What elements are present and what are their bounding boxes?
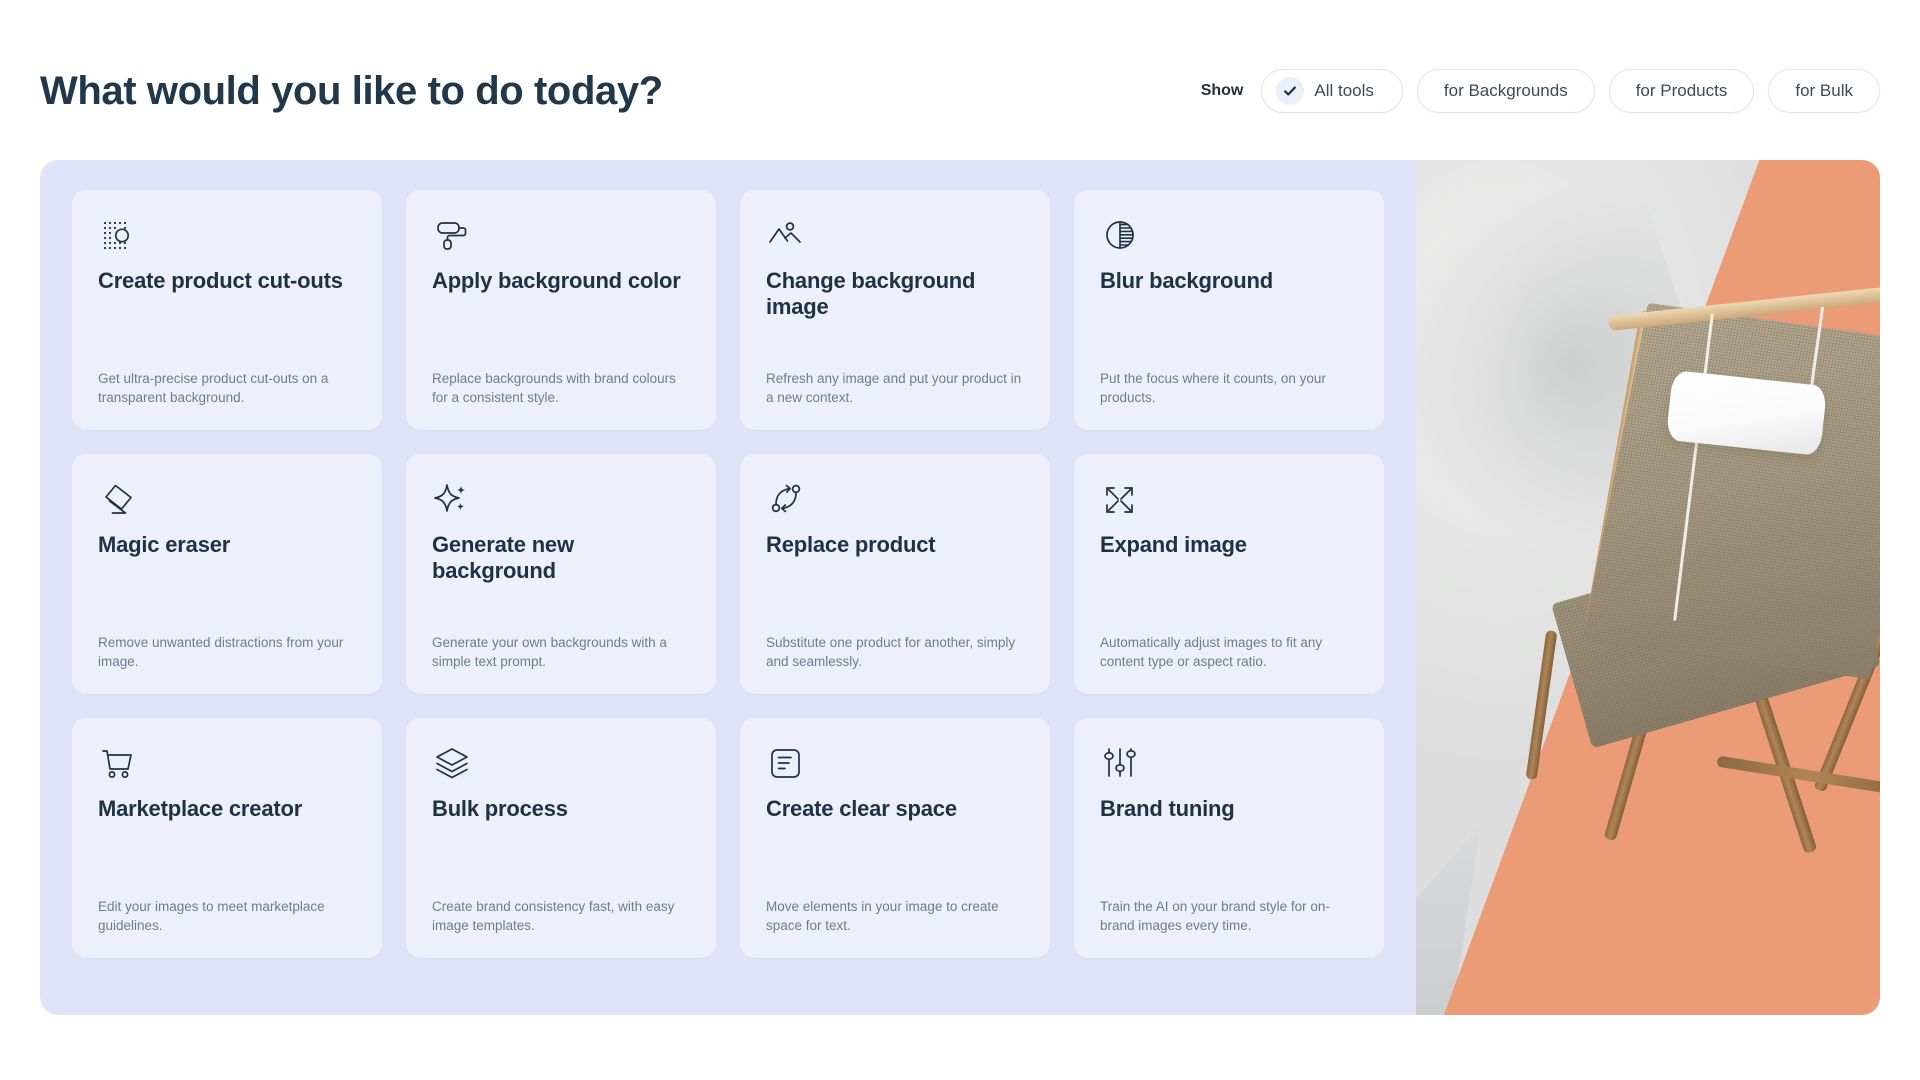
tools-grid-area: Create product cut-outs Get ultra-precis… (40, 160, 1416, 1015)
tool-card-title: Create product cut-outs (98, 268, 343, 293)
tool-card-brand-tuning[interactable]: Brand tuning Train the AI on your brand … (1074, 718, 1384, 958)
filter-for-products-label: for Products (1635, 81, 1728, 100)
mountain-image-icon (766, 216, 1024, 262)
tool-card-create-clear-space[interactable]: Create clear space Move elements in your… (740, 718, 1050, 958)
page-header: What would you like to do today? Show Al… (40, 60, 1880, 122)
filter-all-tools[interactable]: All tools (1261, 69, 1403, 113)
tool-card-generate-new-background[interactable]: Generate new background Generate your ow… (406, 454, 716, 694)
tool-card-magic-eraser[interactable]: Magic eraser Remove unwanted distraction… (72, 454, 382, 694)
tool-card-title: Bulk process (432, 796, 568, 821)
check-icon (1276, 77, 1305, 105)
paint-roller-icon (432, 216, 690, 262)
contrast-circle-icon (1100, 216, 1358, 262)
eraser-icon (98, 480, 356, 526)
tool-card-desc: Get ultra-precise product cut-outs on a … (98, 370, 329, 406)
tool-card-title: Apply background color (432, 268, 681, 293)
tool-card-title: Expand image (1100, 532, 1247, 557)
tool-card-desc: Substitute one product for another, simp… (766, 634, 1016, 670)
filter-group: Show All tools for Backgrounds for Produ… (1201, 69, 1880, 113)
layers-icon (432, 744, 690, 790)
deck-chair-illustration (1416, 160, 1880, 1015)
tool-card-desc: Remove unwanted distractions from your i… (98, 634, 344, 670)
tool-card-desc: Refresh any image and put your product i… (766, 370, 1022, 406)
tool-card-desc: Edit your images to meet marketplace gui… (98, 898, 325, 934)
text-frame-icon (766, 744, 1024, 790)
tool-card-desc: Put the focus where it counts, on your p… (1100, 370, 1326, 406)
tool-card-desc: Automatically adjust images to fit any c… (1100, 634, 1323, 670)
cutout-dots-icon (98, 216, 356, 262)
tool-card-blur-background[interactable]: Blur background Put the focus where it c… (1074, 190, 1384, 430)
tool-card-desc: Create brand consistency fast, with easy… (432, 898, 675, 934)
swap-arrows-icon (766, 480, 1024, 526)
tools-panel: Create product cut-outs Get ultra-precis… (40, 160, 1880, 1015)
tool-card-apply-background-color[interactable]: Apply background color Replace backgroun… (406, 190, 716, 430)
tool-card-marketplace-creator[interactable]: Marketplace creator Edit your images to … (72, 718, 382, 958)
tool-card-create-product-cut-outs[interactable]: Create product cut-outs Get ultra-precis… (72, 190, 382, 430)
tool-card-desc: Generate your own backgrounds with a sim… (432, 634, 667, 670)
tool-card-expand-image[interactable]: Expand image Automatically adjust images… (1074, 454, 1384, 694)
hero-product-image (1416, 160, 1880, 1015)
filter-for-bulk-label: for Bulk (1795, 81, 1853, 100)
sparkle-icon (432, 480, 690, 526)
tool-card-title: Marketplace creator (98, 796, 303, 821)
tool-card-change-background-image[interactable]: Change background image Refresh any imag… (740, 190, 1050, 430)
chair-seat-fabric (1582, 302, 1880, 680)
tool-card-title: Magic eraser (98, 532, 231, 557)
filter-all-tools-label: All tools (1314, 81, 1374, 100)
tool-card-bulk-process[interactable]: Bulk process Create brand consistency fa… (406, 718, 716, 958)
tool-card-desc: Train the AI on your brand style for on-… (1100, 898, 1330, 934)
tools-grid: Create product cut-outs Get ultra-precis… (72, 190, 1416, 958)
filter-for-products[interactable]: for Products (1608, 69, 1755, 113)
tool-card-title: Generate new background (432, 532, 574, 584)
tool-card-desc: Replace backgrounds with brand colours f… (432, 370, 676, 406)
show-label: Show (1200, 82, 1244, 99)
tool-card-desc: Move elements in your image to create sp… (766, 898, 999, 934)
shopping-cart-icon (98, 744, 356, 790)
expand-arrows-icon (1100, 480, 1358, 526)
tool-card-replace-product[interactable]: Replace product Substitute one product f… (740, 454, 1050, 694)
filter-for-backgrounds[interactable]: for Backgrounds (1416, 69, 1595, 113)
tool-card-title: Blur background (1100, 268, 1274, 293)
tools-dashboard: What would you like to do today? Show Al… (0, 0, 1920, 1080)
tool-card-title: Change background image (766, 268, 976, 320)
page-title: What would you like to do today? (40, 69, 663, 113)
tool-card-title: Create clear space (766, 796, 957, 821)
filter-for-bulk[interactable]: for Bulk (1768, 69, 1880, 113)
sliders-icon (1100, 744, 1358, 790)
tool-card-title: Brand tuning (1100, 796, 1235, 821)
chair-leg (1525, 629, 1558, 781)
filter-for-backgrounds-label: for Backgrounds (1443, 81, 1568, 100)
tool-card-title: Replace product (766, 532, 936, 557)
